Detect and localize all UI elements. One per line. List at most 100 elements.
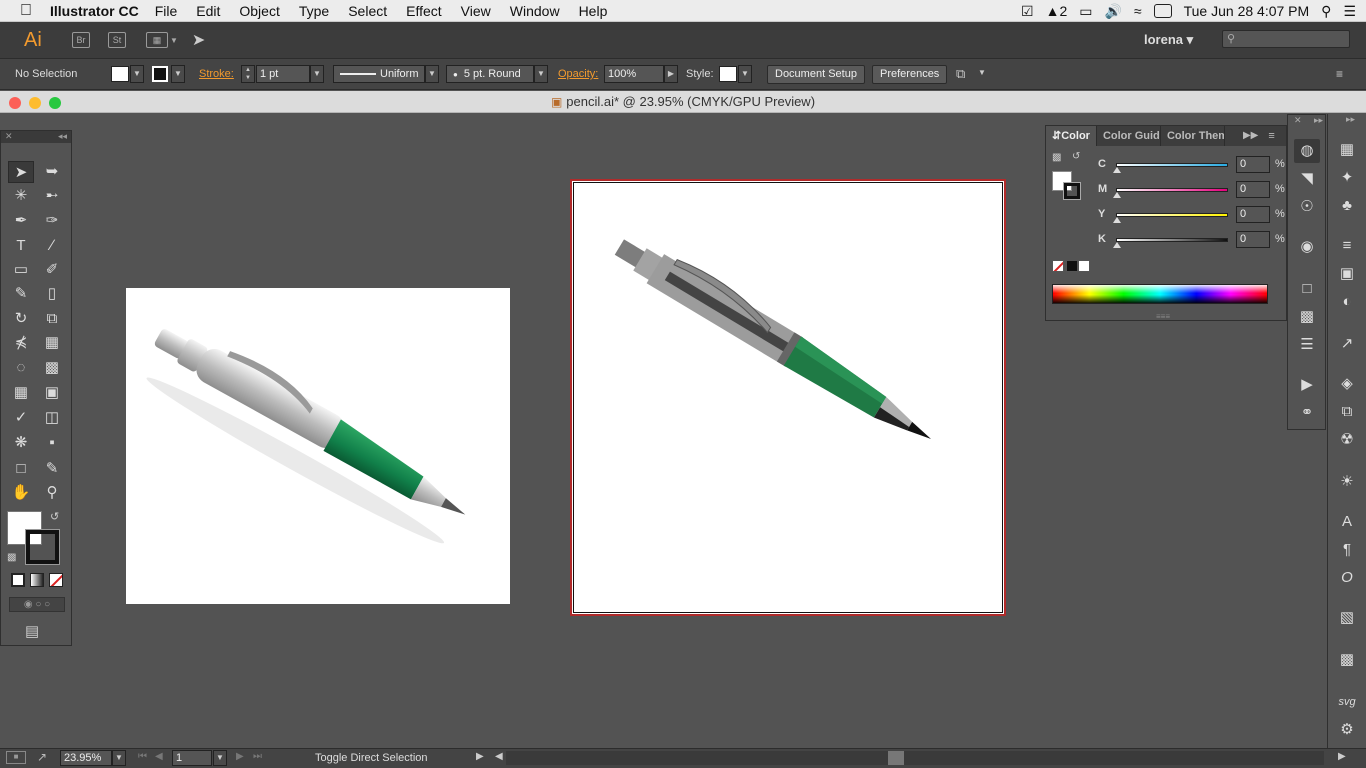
scroll-right-icon[interactable]: ▶ bbox=[1338, 751, 1346, 762]
close-window-button[interactable] bbox=[9, 97, 21, 109]
links-icon[interactable]: ⚭ bbox=[1294, 401, 1320, 425]
cyan-slider-thumb[interactable] bbox=[1113, 167, 1121, 173]
app-menu[interactable]: Illustrator CC bbox=[50, 3, 139, 19]
color-mode-button[interactable] bbox=[11, 573, 25, 587]
pencil-tool-icon[interactable]: ✎ bbox=[8, 283, 34, 305]
artboard-tool-icon[interactable]: □ bbox=[8, 458, 34, 480]
hand-tool-icon[interactable]: ✋ bbox=[8, 482, 34, 504]
menu-view[interactable]: View bbox=[461, 3, 491, 19]
close-panel-icon[interactable]: ✕ bbox=[5, 131, 13, 141]
color-themes-icon[interactable]: ☉ bbox=[1294, 195, 1320, 219]
adobe-cc-icon[interactable]: ▲2 bbox=[1046, 3, 1068, 19]
appearance-icon[interactable]: ◉ bbox=[1294, 235, 1320, 259]
scale-tool-icon[interactable]: ⧉ bbox=[39, 308, 65, 330]
gpu-performance-icon[interactable]: ➤ bbox=[192, 30, 205, 50]
stroke-profile-dropdown-icon[interactable]: ▼ bbox=[425, 65, 439, 83]
transparency-icon[interactable]: ◐ bbox=[1334, 290, 1360, 314]
magenta-value-field[interactable]: 0 bbox=[1236, 181, 1270, 198]
tab-color[interactable]: ⇵Color bbox=[1046, 126, 1097, 146]
cc-libraries-icon[interactable]: ☢ bbox=[1334, 428, 1360, 452]
color-spectrum[interactable] bbox=[1052, 284, 1268, 304]
menu-type[interactable]: Type bbox=[299, 3, 329, 19]
artboard-number-field[interactable]: 1 bbox=[172, 750, 212, 766]
minimize-window-button[interactable] bbox=[29, 97, 41, 109]
opacity-field[interactable]: 100% bbox=[604, 65, 664, 83]
document-setup-button[interactable]: Document Setup bbox=[767, 65, 865, 84]
color-guide-icon[interactable]: ◥ bbox=[1294, 167, 1320, 191]
curvature-tool-icon[interactable]: ✑ bbox=[39, 210, 65, 232]
expand-panel-icon[interactable]: ▶▶ bbox=[1243, 126, 1258, 146]
arrange-dropdown-icon[interactable]: ▼ bbox=[978, 68, 986, 77]
airplay-icon[interactable]: ▭ bbox=[1079, 3, 1092, 20]
stroke-swatch[interactable] bbox=[152, 66, 168, 82]
artboard-dropdown-icon[interactable]: ▼ bbox=[213, 750, 227, 766]
opacity-label[interactable]: Opacity: bbox=[558, 68, 598, 80]
tab-color-guide[interactable]: Color Guide bbox=[1097, 126, 1161, 146]
vector-pen-artwork[interactable] bbox=[572, 181, 1004, 614]
graphic-styles-icon[interactable]: ▩ bbox=[1334, 648, 1360, 672]
color-panel-icon[interactable]: ◍ bbox=[1294, 139, 1320, 163]
perspective-grid-tool-icon[interactable]: ▩ bbox=[39, 357, 65, 379]
draw-modes-icon[interactable]: ◉ ○ ○ bbox=[9, 597, 65, 612]
zoom-tool-icon[interactable]: ⚲ bbox=[39, 482, 65, 504]
cyan-slider[interactable] bbox=[1116, 163, 1228, 167]
stroke-weight-field[interactable]: 1 pt bbox=[256, 65, 310, 83]
layers-icon[interactable]: ◈ bbox=[1334, 372, 1360, 396]
brush-select[interactable]: ● 5 pt. Round bbox=[446, 65, 534, 83]
opentype-icon[interactable]: O bbox=[1334, 566, 1360, 590]
volume-icon[interactable]: 🔊 bbox=[1104, 3, 1121, 20]
stroke-profile-select[interactable]: Uniform bbox=[333, 65, 425, 83]
arrange-documents-icon[interactable]: ▦ bbox=[146, 32, 168, 48]
yellow-value-field[interactable]: 0 bbox=[1236, 206, 1270, 223]
artboards-icon[interactable]: ⧉ bbox=[1334, 400, 1360, 424]
screen-mode-icon[interactable]: ▤ bbox=[25, 622, 39, 640]
fill-dropdown-icon[interactable]: ▼ bbox=[130, 65, 144, 83]
yellow-slider-thumb[interactable] bbox=[1113, 217, 1121, 223]
none-mode-button[interactable] bbox=[49, 573, 63, 587]
menu-object[interactable]: Object bbox=[239, 3, 279, 19]
eraser-tool-icon[interactable]: ▯ bbox=[39, 283, 65, 305]
symbols-icon[interactable]: ♣ bbox=[1334, 194, 1360, 218]
free-transform-tool-icon[interactable]: ▦ bbox=[39, 332, 65, 354]
type-tool-icon[interactable]: T bbox=[8, 235, 34, 257]
gradient-icon[interactable]: ▣ bbox=[1334, 262, 1360, 286]
opacity-arrow-icon[interactable]: ▶ bbox=[664, 65, 678, 83]
control-bar-menu-icon[interactable]: ≡ bbox=[1336, 67, 1343, 81]
arrange-dropdown-icon[interactable]: ▼ bbox=[170, 36, 178, 45]
column-graph-tool-icon[interactable]: ▪ bbox=[39, 432, 65, 454]
tab-color-themes[interactable]: Color Themes bbox=[1161, 126, 1225, 146]
default-colors-icon[interactable]: ▩ bbox=[1052, 152, 1061, 163]
horizontal-scrollbar-track[interactable] bbox=[506, 751, 1324, 765]
wifi-icon[interactable]: ≈ bbox=[1134, 3, 1142, 19]
magic-wand-tool-icon[interactable]: ✳ bbox=[8, 185, 34, 207]
artboard[interactable] bbox=[570, 179, 1006, 616]
bridge-button[interactable]: Br bbox=[72, 32, 90, 48]
paintbrush-tool-icon[interactable]: ✐ bbox=[39, 259, 65, 281]
next-artboard-icon[interactable]: ▶ bbox=[236, 751, 244, 762]
gpu-indicator-icon[interactable]: ■ bbox=[6, 751, 26, 764]
stroke-weight-dropdown-icon[interactable]: ▼ bbox=[310, 65, 324, 83]
brush-dropdown-icon[interactable]: ▼ bbox=[534, 65, 548, 83]
gradient-tool-icon[interactable]: ▣ bbox=[39, 382, 65, 404]
pathfinder-icon[interactable]: ▩ bbox=[1294, 305, 1320, 329]
graphic-style-swatch[interactable] bbox=[719, 66, 737, 82]
stroke-label[interactable]: Stroke: bbox=[199, 68, 234, 80]
user-account-menu[interactable]: lorena ▾ bbox=[1144, 32, 1193, 48]
share-icon[interactable]: ↗ bbox=[37, 750, 47, 764]
cyan-value-field[interactable]: 0 bbox=[1236, 156, 1270, 173]
menu-help[interactable]: Help bbox=[579, 3, 608, 19]
panel-menu-icon[interactable]: ≡ bbox=[1268, 126, 1274, 146]
zoom-dropdown-icon[interactable]: ▼ bbox=[112, 750, 126, 766]
collapse-panel-icon[interactable]: ◂◂ bbox=[58, 131, 67, 142]
menu-effect[interactable]: Effect bbox=[406, 3, 442, 19]
shape-builder-tool-icon[interactable]: ◌ bbox=[8, 357, 34, 379]
export-icon[interactable]: ↗ bbox=[1334, 332, 1360, 356]
actions-icon[interactable]: ▶ bbox=[1294, 373, 1320, 397]
first-artboard-icon[interactable]: ⏮ bbox=[138, 751, 147, 762]
horizontal-scrollbar-thumb[interactable] bbox=[888, 751, 904, 765]
gradient-mode-button[interactable] bbox=[30, 573, 44, 587]
black-slider-thumb[interactable] bbox=[1113, 242, 1121, 248]
image-trace-icon[interactable]: ☀ bbox=[1334, 470, 1360, 494]
scroll-left-icon[interactable]: ◀ bbox=[495, 751, 503, 762]
swatches-icon[interactable]: ▦ bbox=[1334, 138, 1360, 162]
